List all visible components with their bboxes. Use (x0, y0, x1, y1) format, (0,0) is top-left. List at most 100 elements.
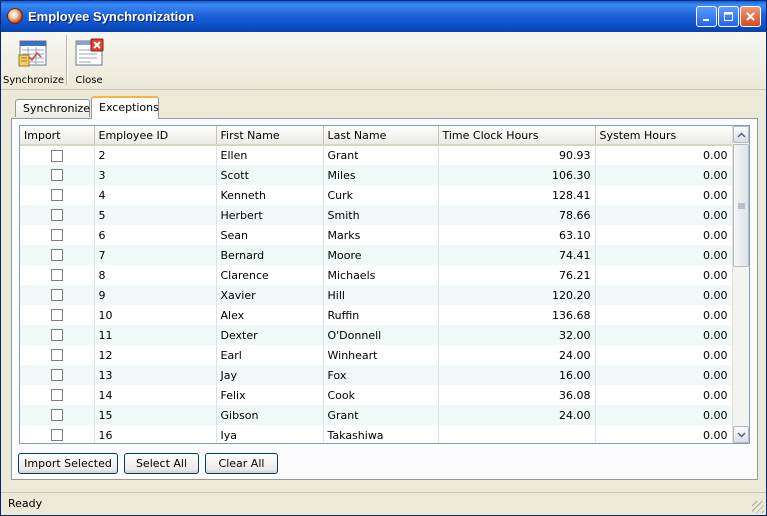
import-checkbox[interactable] (50, 429, 63, 441)
first-name-cell: Felix (216, 385, 324, 405)
employee-id-cell: 3 (94, 165, 217, 185)
select-all-button[interactable]: Select All (124, 453, 199, 474)
table-row[interactable]: 12 Earl Winheart 24.00 0.00 (20, 345, 733, 365)
last-name-cell: O'Donnell (323, 325, 439, 345)
import-cell (20, 265, 95, 285)
system-hours-cell: 0.00 (595, 305, 733, 325)
clear-all-button[interactable]: Clear All (205, 453, 278, 474)
column-header-system-hours[interactable]: System Hours (595, 126, 733, 146)
column-header-time-clock-hours[interactable]: Time Clock Hours (438, 126, 596, 146)
system-hours-cell: 0.00 (595, 285, 733, 305)
employee-id-cell: 11 (94, 325, 217, 345)
employee-id-cell: 5 (94, 205, 217, 225)
system-hours-cell: 0.00 (595, 145, 733, 165)
time-clock-hours-cell: 63.10 (438, 225, 596, 245)
import-checkbox[interactable] (50, 229, 63, 241)
minimize-icon (703, 19, 709, 21)
first-name-cell: Earl (216, 345, 324, 365)
last-name-cell: Grant (323, 145, 439, 165)
chevron-up-icon (736, 131, 746, 138)
scroll-thumb[interactable] (733, 144, 749, 267)
time-clock-hours-cell: 24.00 (438, 345, 596, 365)
table-row[interactable]: 3 Scott Miles 106.30 0.00 (20, 165, 733, 185)
time-clock-hours-cell: 24.00 (438, 405, 596, 425)
tab-synchronize[interactable]: Synchronize (15, 99, 90, 117)
minimize-button[interactable] (696, 6, 717, 27)
column-header-import[interactable]: Import (20, 126, 95, 146)
import-cell (20, 325, 95, 345)
column-header-last-name[interactable]: Last Name (323, 126, 439, 146)
import-checkbox[interactable] (50, 409, 63, 421)
import-checkbox[interactable] (50, 289, 63, 301)
title-bar[interactable]: Employee Synchronization (1, 1, 766, 32)
table-row[interactable]: 9 Xavier Hill 120.20 0.00 (20, 285, 733, 305)
import-checkbox[interactable] (50, 169, 63, 181)
table-row[interactable]: 15 Gibson Grant 24.00 0.00 (20, 405, 733, 425)
scroll-up-button[interactable] (733, 126, 749, 143)
time-clock-hours-cell: 128.41 (438, 185, 596, 205)
time-clock-hours-cell: 78.66 (438, 205, 596, 225)
system-hours-cell: 0.00 (595, 365, 733, 385)
table-row[interactable]: 5 Herbert Smith 78.66 0.00 (20, 205, 733, 225)
time-clock-hours-cell: 136.68 (438, 305, 596, 325)
import-cell (20, 145, 95, 165)
employee-id-cell: 12 (94, 345, 217, 365)
import-cell (20, 225, 95, 245)
import-checkbox[interactable] (50, 149, 63, 162)
table-row[interactable]: 2 Ellen Grant 90.93 0.00 (20, 145, 733, 165)
import-cell (20, 345, 95, 365)
first-name-cell: Kenneth (216, 185, 324, 205)
column-header-employee-id[interactable]: Employee ID (94, 126, 217, 146)
last-name-cell: Hill (323, 285, 439, 305)
synchronize-label: Synchronize (3, 75, 64, 86)
last-name-cell: Smith (323, 205, 439, 225)
employee-id-cell: 8 (94, 265, 217, 285)
table-row[interactable]: 4 Kenneth Curk 128.41 0.00 (20, 185, 733, 205)
tab-exceptions[interactable]: Exceptions (91, 96, 159, 119)
import-checkbox[interactable] (50, 369, 63, 381)
window-title: Employee Synchronization (28, 9, 195, 24)
import-cell (20, 185, 95, 205)
import-checkbox[interactable] (50, 269, 63, 281)
table-row[interactable]: 10 Alex Ruffin 136.68 0.00 (20, 305, 733, 325)
time-clock-hours-cell: 90.93 (438, 145, 596, 165)
table-row[interactable]: 8 Clarence Michaels 76.21 0.00 (20, 265, 733, 285)
import-checkbox[interactable] (50, 209, 63, 221)
first-name-cell: Sean (216, 225, 324, 245)
import-cell (20, 385, 95, 405)
system-hours-cell: 0.00 (595, 185, 733, 205)
resize-grip-icon[interactable] (752, 501, 764, 513)
last-name-cell: Winheart (323, 345, 439, 365)
first-name-cell: Ellen (216, 145, 324, 165)
table-row[interactable]: 16 Iya Takashiwa 0.00 (20, 425, 733, 443)
import-checkbox[interactable] (50, 389, 63, 401)
import-selected-button[interactable]: Import Selected (18, 453, 118, 474)
import-cell (20, 245, 95, 265)
first-name-cell: Iya (216, 425, 324, 443)
import-checkbox[interactable] (50, 189, 63, 201)
app-icon[interactable] (7, 8, 23, 24)
import-checkbox[interactable] (50, 329, 63, 341)
vertical-scrollbar[interactable] (732, 126, 749, 443)
import-cell (20, 205, 95, 225)
system-hours-cell: 0.00 (595, 385, 733, 405)
table-row[interactable]: 14 Felix Cook 36.08 0.00 (20, 385, 733, 405)
import-cell (20, 365, 95, 385)
close-window-button[interactable] (740, 6, 761, 27)
table-row[interactable]: 7 Bernard Moore 74.41 0.00 (20, 245, 733, 265)
table-row[interactable]: 13 Jay Fox 16.00 0.00 (20, 365, 733, 385)
employee-id-cell: 15 (94, 405, 217, 425)
import-checkbox[interactable] (50, 309, 63, 321)
column-header-first-name[interactable]: First Name (216, 126, 324, 146)
import-checkbox[interactable] (50, 349, 63, 361)
scroll-down-button[interactable] (733, 426, 749, 443)
system-hours-cell: 0.00 (595, 165, 733, 185)
last-name-cell: Ruffin (323, 305, 439, 325)
import-checkbox[interactable] (50, 249, 63, 261)
exceptions-table: Import Employee ID First Name Last Name … (20, 126, 733, 443)
last-name-cell: Cook (323, 385, 439, 405)
table-row[interactable]: 6 Sean Marks 63.10 0.00 (20, 225, 733, 245)
employee-id-cell: 13 (94, 365, 217, 385)
maximize-button[interactable] (718, 6, 739, 27)
table-row[interactable]: 11 Dexter O'Donnell 32.00 0.00 (20, 325, 733, 345)
